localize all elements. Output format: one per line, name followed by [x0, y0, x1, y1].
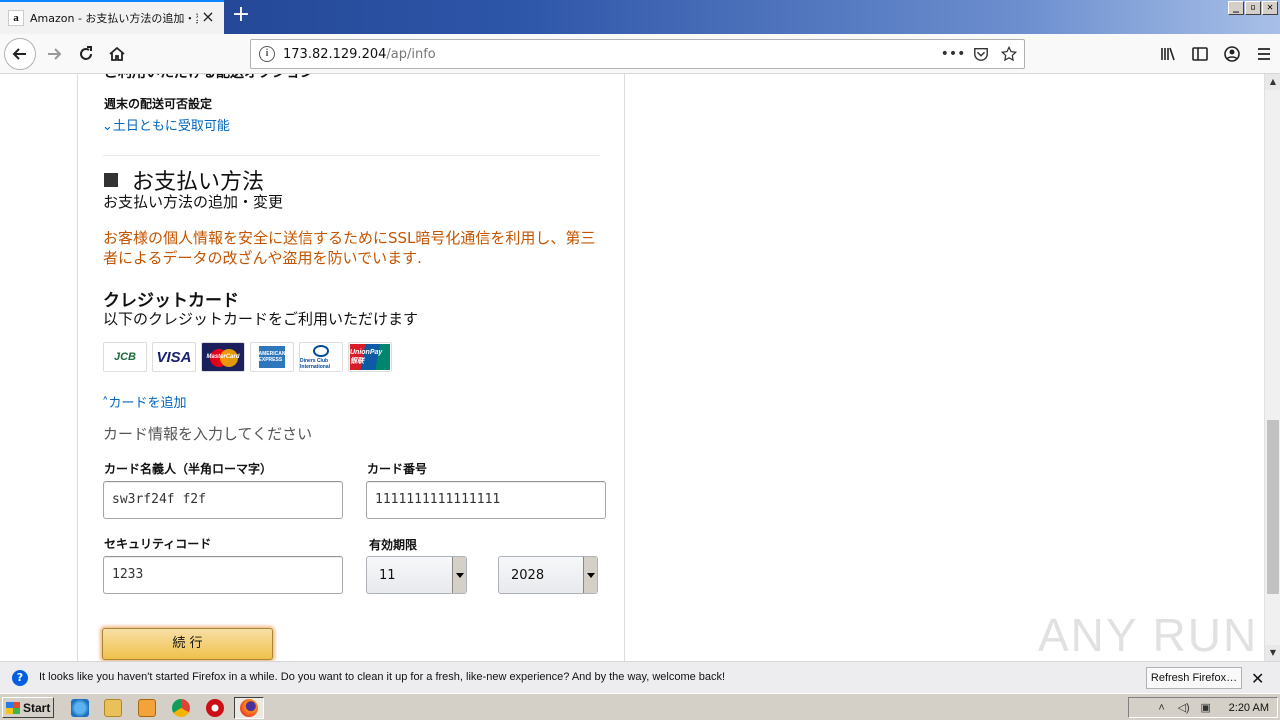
- scroll-up-arrow-icon[interactable]: ▲: [1265, 74, 1280, 90]
- account-icon[interactable]: [1216, 38, 1248, 70]
- accepted-cards: JCB VISA MasterCard AMERICAN EXPRESS Din…: [103, 342, 392, 372]
- dropdown-arrow-icon[interactable]: [583, 557, 597, 593]
- pocket-icon[interactable]: [972, 45, 990, 63]
- windows-taskbar: Start ˄ ◁) ▣ 2:20 AM: [0, 693, 1280, 720]
- start-button[interactable]: Start: [2, 697, 54, 718]
- amex-logo-icon: AMERICAN EXPRESS: [250, 342, 294, 372]
- payment-subheading: お支払い方法の追加・変更: [103, 193, 284, 211]
- chevron-down-icon: ⌄: [102, 119, 113, 134]
- browser-tab[interactable]: a Amazon - お支払い方法の追加・変更 ×: [0, 0, 224, 34]
- expiry-year-select[interactable]: 2028: [498, 556, 598, 594]
- media-player-icon[interactable]: [138, 699, 156, 717]
- restore-button[interactable]: ▫: [1245, 1, 1261, 15]
- credit-card-subtitle: 以下のクレジットカードをご利用いただけます: [103, 310, 419, 328]
- url-path: /ap/info: [386, 47, 436, 62]
- minimize-button[interactable]: _: [1228, 1, 1244, 15]
- network-icon[interactable]: ▣: [1199, 701, 1213, 715]
- amex-logo-text: AMERICAN EXPRESS: [259, 346, 285, 368]
- tab-strip: a Amazon - お支払い方法の追加・変更 × + _ ▫ ✕: [0, 0, 1280, 34]
- cardholder-name-label: カード名義人（半角ローマ字）: [104, 462, 273, 476]
- security-code-input[interactable]: 1233: [103, 556, 343, 594]
- vertical-scrollbar[interactable]: ▲ ▼: [1264, 74, 1280, 661]
- window-controls: _ ▫ ✕: [1228, 1, 1278, 15]
- mastercard-logo-text: MasterCard: [206, 354, 240, 360]
- clock[interactable]: 2:20 AM: [1229, 702, 1269, 714]
- weekend-delivery-label: 週末の配送可否設定: [104, 97, 213, 111]
- close-window-button[interactable]: ✕: [1262, 1, 1278, 15]
- url-host: 173.82.129.204: [283, 47, 387, 62]
- forward-icon[interactable]: [38, 38, 70, 70]
- card-number-input[interactable]: 1111111111111111: [366, 481, 606, 519]
- expiry-label: 有効期限: [369, 538, 418, 552]
- cardholder-name-input[interactable]: sw3rf24f f2f: [103, 481, 343, 519]
- toolbar-right: [1152, 38, 1280, 70]
- add-card-link[interactable]: ˄カードを追加: [102, 392, 187, 411]
- card-number-label: カード番号: [367, 462, 428, 476]
- square-bullet-icon: [104, 173, 118, 187]
- dropdown-arrow-icon[interactable]: [452, 557, 466, 593]
- url-bar[interactable]: i 173.82.129.204/ap/info •••: [250, 39, 1025, 69]
- refresh-firefox-button[interactable]: Refresh Firefox…: [1146, 667, 1242, 689]
- jcb-logo-icon: JCB: [103, 342, 147, 372]
- unionpay-logo-text: UnionPay 银联: [350, 344, 390, 370]
- delivery-options-heading: ご利用いただける配送オプション: [104, 74, 314, 82]
- visa-logo-text: VISA: [156, 348, 192, 366]
- expiry-month-select[interactable]: 11: [366, 556, 467, 594]
- start-label: Start: [23, 700, 51, 715]
- more-icon[interactable]: •••: [941, 45, 966, 63]
- scroll-down-arrow-icon[interactable]: ▼: [1265, 645, 1280, 661]
- add-card-link-text: カードを追加: [108, 396, 187, 411]
- folder-icon[interactable]: [104, 699, 122, 717]
- page-content: ご利用いただける配送オプション 週末の配送可否設定 ⌄土日ともに受取可能 お支払…: [0, 74, 1264, 661]
- unionpay-logo-icon: UnionPay 银联: [348, 342, 392, 372]
- new-tab-plus-icon[interactable]: +: [230, 4, 252, 28]
- system-tray: ˄ ◁) ▣ 2:20 AM: [1128, 697, 1278, 718]
- windows-logo-icon: [6, 701, 20, 714]
- menu-icon[interactable]: [1248, 38, 1280, 70]
- question-icon: ?: [12, 670, 28, 686]
- tab-title: Amazon - お支払い方法の追加・変更: [30, 12, 198, 25]
- section-divider: [103, 155, 600, 156]
- close-icon[interactable]: ✕: [1251, 669, 1264, 688]
- weekend-delivery-link-text: 土日ともに受取可能: [112, 119, 230, 134]
- home-icon[interactable]: [101, 38, 133, 70]
- navigation-toolbar: i 173.82.129.204/ap/info •••: [0, 34, 1280, 74]
- mastercard-logo-icon: MasterCard: [201, 342, 245, 372]
- diners-club-logo-icon: Diners Club International: [299, 342, 343, 372]
- diners-logo-text: Diners Club International: [300, 357, 331, 370]
- opera-icon[interactable]: [206, 699, 224, 717]
- back-icon[interactable]: [4, 38, 36, 70]
- refresh-firefox-notification: ? It looks like you haven't started Fire…: [0, 661, 1280, 693]
- url-actions: •••: [941, 45, 1018, 63]
- security-code-label: セキュリティコード: [104, 537, 212, 551]
- expiry-month-value: 11: [379, 568, 396, 583]
- library-icon[interactable]: [1152, 38, 1184, 70]
- chrome-icon[interactable]: [172, 699, 190, 717]
- info-icon[interactable]: i: [259, 46, 275, 62]
- firefox-taskbar-button[interactable]: [234, 697, 264, 719]
- weekend-delivery-link[interactable]: ⌄土日ともに受取可能: [102, 115, 230, 134]
- firefox-icon: [240, 699, 258, 717]
- expiry-year-value: 2028: [511, 568, 545, 583]
- sidebar-icon[interactable]: [1184, 38, 1216, 70]
- notification-text: It looks like you haven't started Firefo…: [39, 671, 726, 683]
- continue-button[interactable]: 続 行: [102, 628, 273, 660]
- reload-icon[interactable]: [70, 38, 102, 70]
- jcb-logo-text: JCB: [113, 351, 136, 363]
- amazon-favicon-icon: a: [8, 10, 24, 26]
- tray-expand-icon[interactable]: ˄: [1155, 701, 1169, 715]
- enter-card-info-text: カード情報を入力してください: [103, 425, 313, 443]
- visa-logo-icon: VISA: [152, 342, 196, 372]
- anyrun-watermark: ANY RUN: [1038, 609, 1259, 661]
- tab-close-icon[interactable]: ×: [200, 9, 216, 26]
- ssl-security-note: お客様の個人情報を安全に送信するためにSSL暗号化通信を利用し、第三者によるデー…: [103, 229, 596, 267]
- internet-explorer-icon[interactable]: [71, 699, 89, 717]
- scrollbar-thumb[interactable]: [1267, 420, 1279, 594]
- volume-icon[interactable]: ◁): [1177, 701, 1191, 715]
- url-text[interactable]: 173.82.129.204/ap/info: [283, 47, 436, 62]
- bookmark-star-icon[interactable]: [1000, 45, 1018, 63]
